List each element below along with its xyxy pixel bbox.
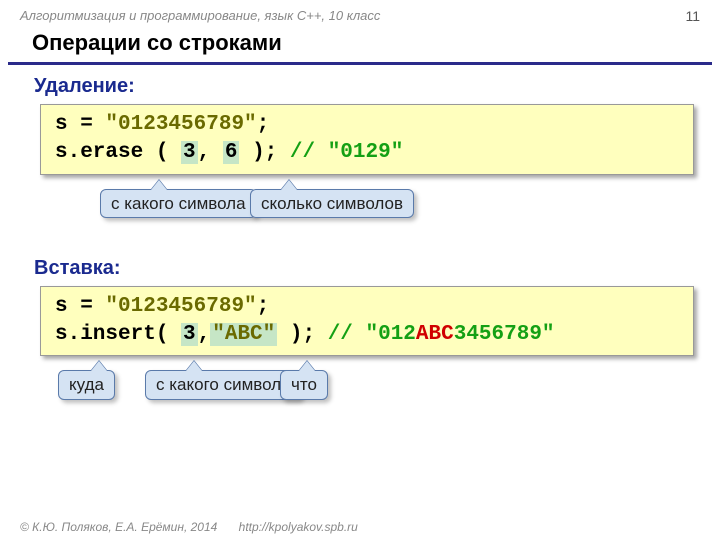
erase-arg1: 3	[181, 141, 198, 164]
insert-comment-red: ABC	[416, 323, 454, 346]
course-name: Алгоритмизация и программирование, язык …	[20, 8, 380, 24]
erase-callout-count: сколько символов	[250, 189, 414, 219]
code-string: "0123456789"	[105, 295, 256, 318]
code-text: s.erase (	[55, 141, 181, 164]
code-text: s =	[55, 295, 105, 318]
code-text: s.insert(	[55, 323, 181, 346]
erase-callout-from: с какого символа	[100, 189, 257, 219]
slide-header: Алгоритмизация и программирование, язык …	[0, 0, 720, 26]
slide-footer: © К.Ю. Поляков, Е.А. Ерёмин, 2014 http:/…	[20, 520, 358, 534]
page-title: Операции со строками	[8, 26, 712, 65]
insert-arg2: "ABC"	[210, 323, 277, 346]
erase-comment: // "0129"	[290, 141, 403, 164]
insert-callout-from: с какого символа	[145, 370, 302, 400]
erase-codebox: s = "0123456789"; s.erase ( 3, 6 ); // "…	[40, 104, 694, 175]
erase-callouts: с какого символа сколько символов	[40, 175, 694, 247]
insert-comment-a: // "012	[328, 323, 416, 346]
erase-label: Удаление:	[0, 65, 720, 104]
copyright: © К.Ю. Поляков, Е.А. Ерёмин, 2014	[20, 520, 217, 534]
insert-callout-where: куда	[58, 370, 115, 400]
page-number: 11	[685, 8, 700, 24]
code-text: ,	[198, 141, 223, 164]
insert-codebox: s = "0123456789"; s.insert( 3,"ABC" ); /…	[40, 286, 694, 357]
code-text: );	[277, 323, 327, 346]
code-string: "0123456789"	[105, 113, 256, 136]
code-text: );	[239, 141, 289, 164]
code-text: ,	[198, 323, 211, 346]
code-text: s =	[55, 113, 105, 136]
erase-arg2: 6	[223, 141, 240, 164]
insert-callout-what: что	[280, 370, 328, 400]
code-text: ;	[257, 113, 270, 136]
insert-callouts: куда с какого символа что	[40, 356, 694, 428]
insert-arg1: 3	[181, 323, 198, 346]
insert-label: Вставка:	[0, 247, 720, 286]
footer-url: http://kpolyakov.spb.ru	[239, 520, 358, 534]
insert-comment-b: 3456789"	[454, 323, 555, 346]
code-text: ;	[257, 295, 270, 318]
